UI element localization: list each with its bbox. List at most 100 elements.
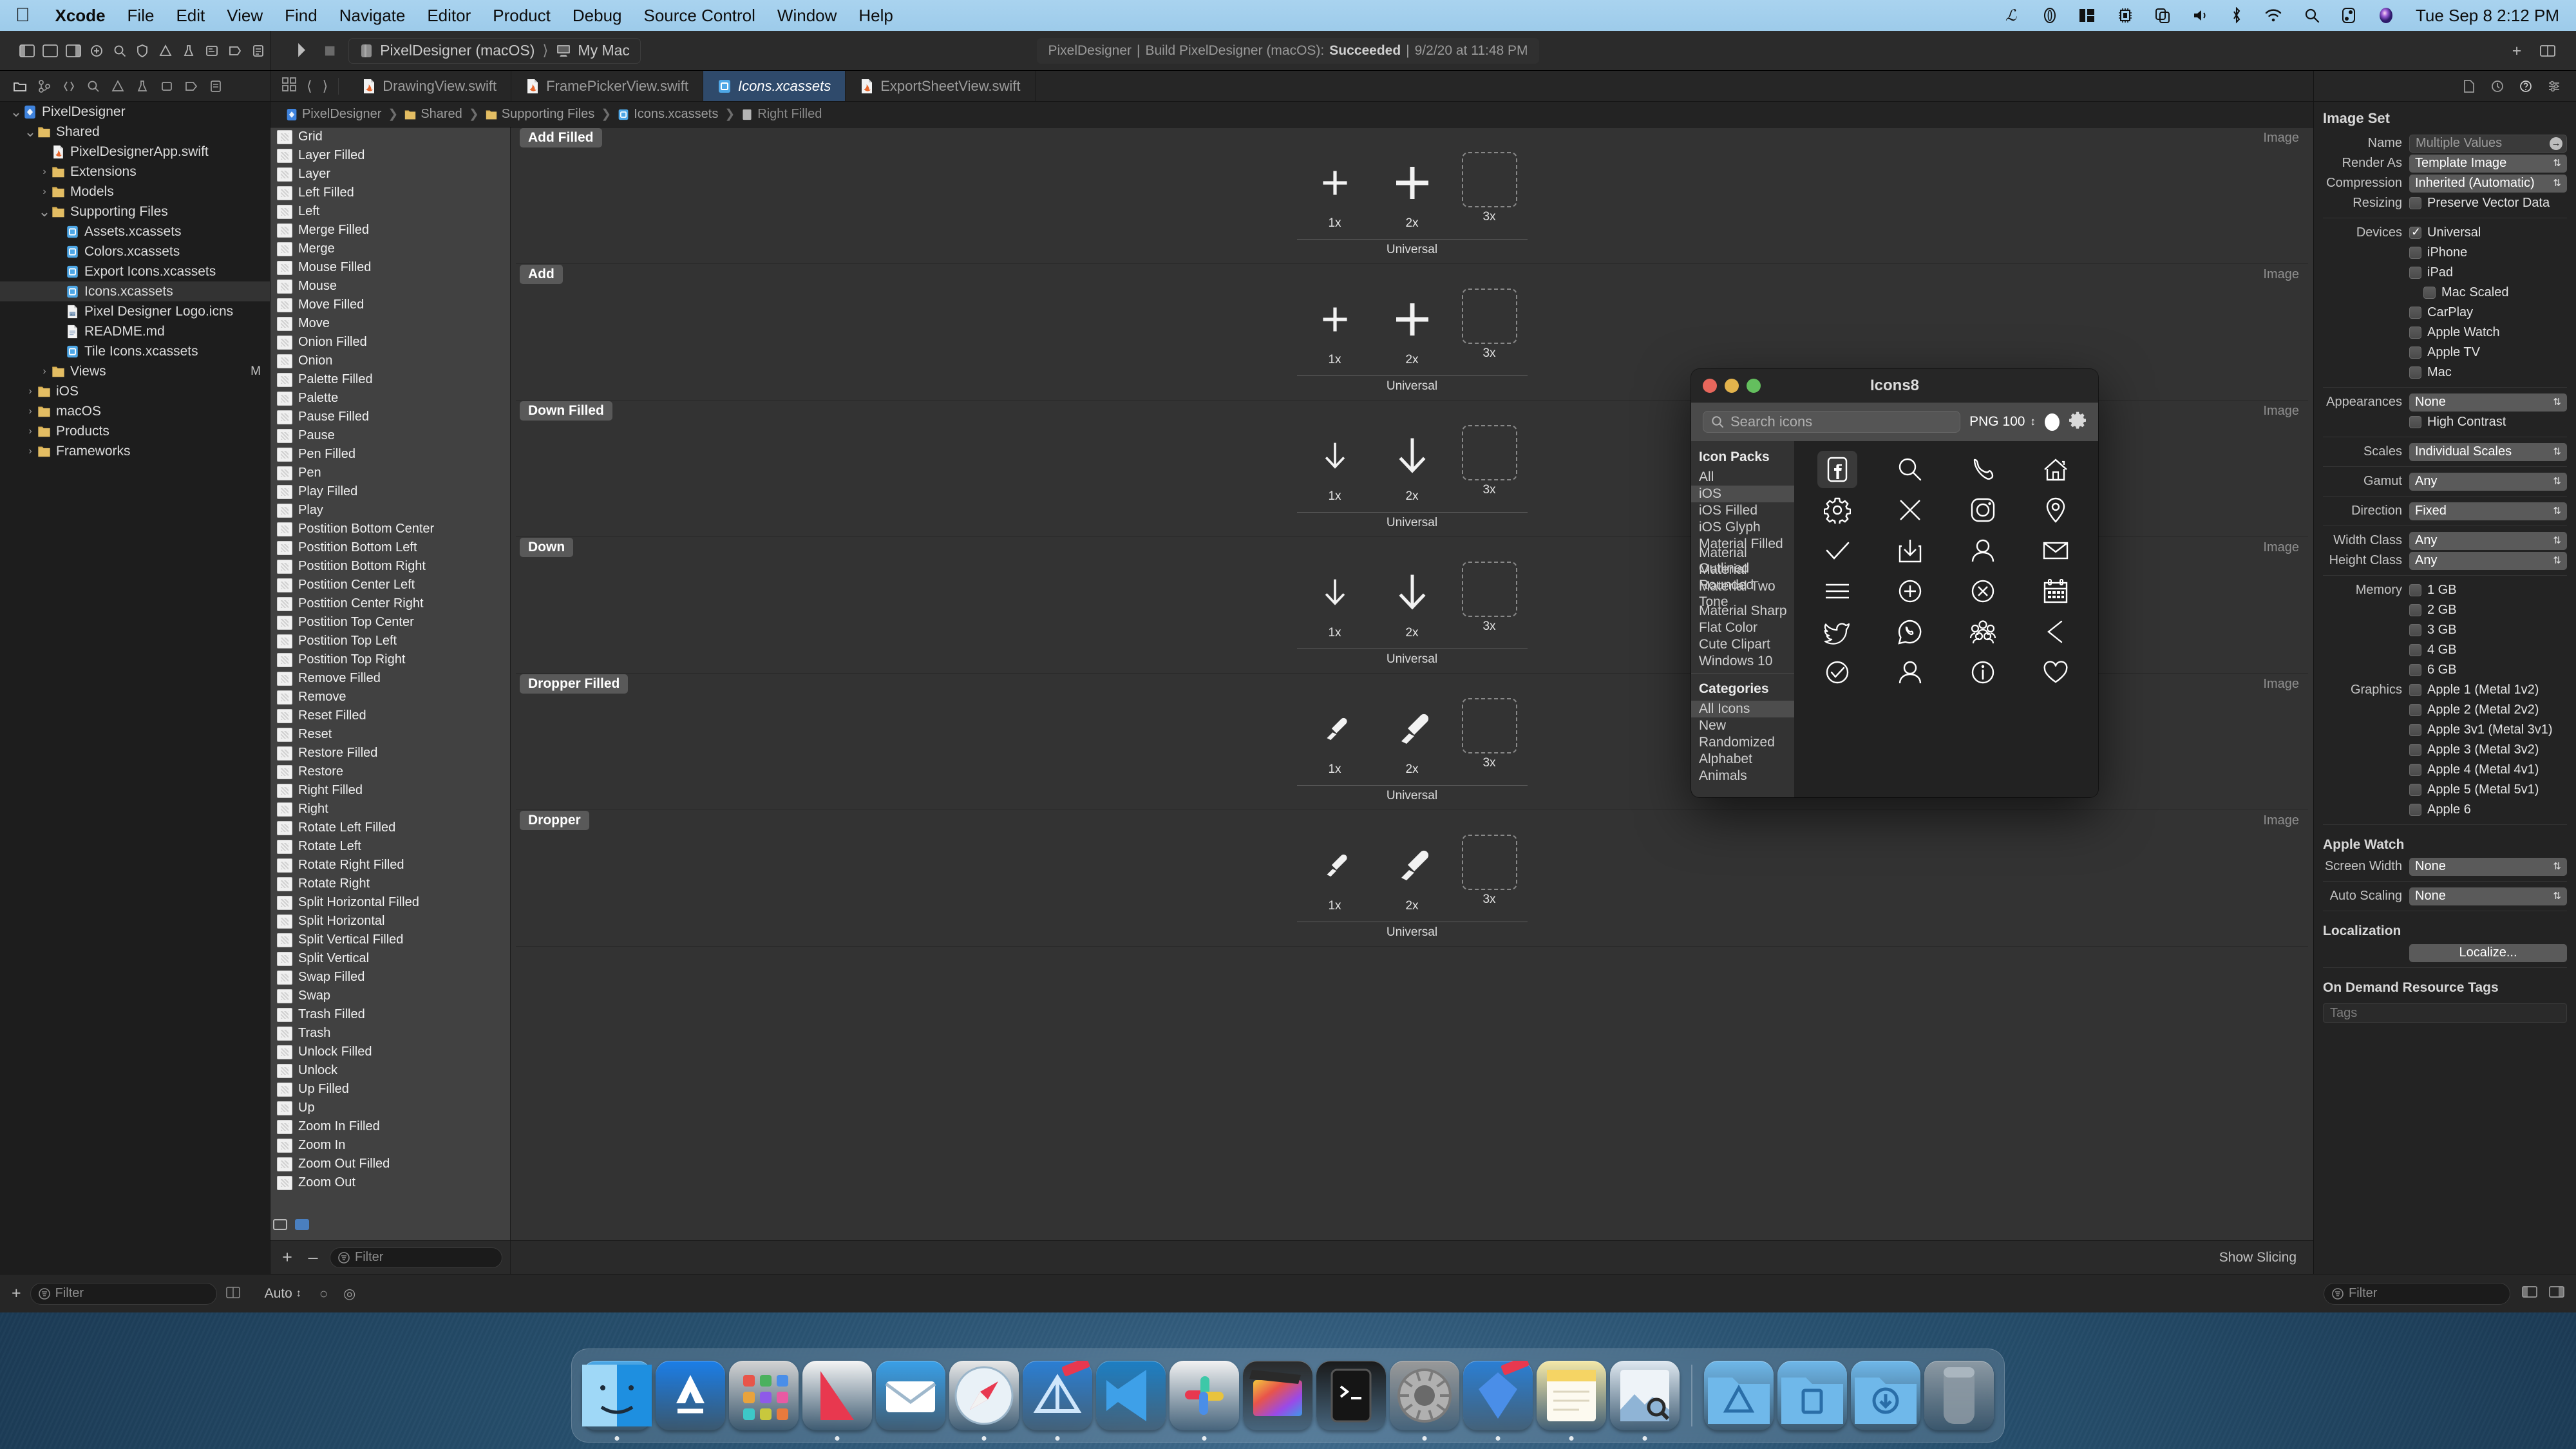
asset-entry-name[interactable]: Down — [520, 538, 574, 557]
icons8-grid-cell-close-x-icon[interactable] — [1890, 491, 1930, 529]
high-contrast-checkbox[interactable] — [2409, 416, 2421, 428]
dock-item-vscode[interactable] — [1096, 1361, 1166, 1430]
asset-list-item[interactable]: Postition Top Center — [270, 613, 510, 632]
icons8-pack-windows-10[interactable]: Windows 10 — [1691, 653, 1794, 670]
menu-item-edit[interactable]: Edit — [165, 6, 216, 26]
icons8-pack-cute-clipart[interactable]: Cute Clipart — [1691, 636, 1794, 653]
mini-panel-icon[interactable] — [273, 1219, 287, 1230]
asset-list-item[interactable]: Remove — [270, 688, 510, 706]
navigator-item-pixeldesigner[interactable]: ⌄ PixelDesigner — [0, 102, 270, 122]
name-field[interactable]: Multiple Values → — [2409, 134, 2567, 153]
graphics-apple-4-metal-4v1-[interactable]: Apple 4 (Metal 4v1) — [2409, 761, 2567, 779]
asset-slot-2x[interactable] — [1381, 562, 1443, 623]
icons8-search-input[interactable]: Search icons — [1703, 411, 1961, 433]
issues-icon[interactable] — [154, 39, 177, 62]
memory-6-gb-checkbox[interactable] — [2409, 664, 2421, 676]
minimize-window-button[interactable] — [1725, 378, 1739, 393]
auto-scale-control[interactable]: Auto ↕ — [265, 1286, 301, 1302]
asset-list-item[interactable]: Play — [270, 501, 510, 520]
dock-item-slack[interactable] — [1170, 1361, 1239, 1441]
width-class-popup[interactable]: Any ⇅ — [2409, 531, 2567, 550]
icons8-color-swatch[interactable] — [2045, 413, 2060, 431]
project-navigator[interactable]: ⌄ PixelDesigner ⌄ Shared PixelDesignerApp.sw… — [0, 102, 270, 1274]
disclosure-triangle-down-icon[interactable]: ⌄ — [23, 124, 37, 138]
dock-item-applications-folder[interactable] — [1704, 1361, 1774, 1430]
device-universal-checkbox[interactable] — [2409, 225, 2421, 239]
graphics-apple-2-metal-2v2--checkbox[interactable] — [2409, 704, 2421, 716]
asset-list-item[interactable]: Onion — [270, 352, 510, 370]
icons8-grid-cell-map-marker-icon[interactable] — [2036, 491, 2076, 529]
icons8-grid-cell-home-icon[interactable] — [2036, 451, 2076, 488]
asset-list-item[interactable]: Zoom Out Filled — [270, 1155, 510, 1173]
tags-field[interactable]: Tags — [2323, 1003, 2567, 1023]
dock-item-news[interactable] — [802, 1361, 872, 1441]
tab-back-icon[interactable]: ⟨ — [307, 78, 312, 95]
asset-list-item[interactable]: Mouse Filled — [270, 258, 510, 277]
asset-slot-2x[interactable] — [1381, 698, 1443, 760]
graphics-apple-4-metal-4v1--checkbox[interactable] — [2409, 764, 2421, 776]
device-carplay-checkbox[interactable] — [2409, 307, 2421, 319]
asset-list-item[interactable]: Postition Center Left — [270, 576, 510, 594]
disclosure-triangle-down-icon[interactable]: ⌄ — [37, 204, 52, 218]
insp-tab-file-icon[interactable] — [2456, 75, 2482, 97]
navigator-item-extensions[interactable]: › Extensions — [0, 162, 270, 182]
dock-item-system-preferences[interactable] — [1390, 1361, 1459, 1441]
copy-icon[interactable] — [2144, 8, 2181, 23]
disclosure-triangle-right-icon[interactable]: › — [37, 186, 52, 198]
icons8-grid-cell-search-icon[interactable] — [1890, 451, 1930, 488]
navigator-item-frameworks[interactable]: › Frameworks — [0, 441, 270, 461]
device-apple-watch-checkbox[interactable] — [2409, 327, 2421, 339]
show-slicing-button[interactable]: Show Slicing — [2219, 1250, 2297, 1265]
asset-slot-1x[interactable] — [1304, 698, 1366, 760]
navigator-item-ios[interactable]: › iOS — [0, 381, 270, 401]
graphics-apple-6-checkbox[interactable] — [2409, 804, 2421, 816]
zoom-in-icon[interactable]: ◎ — [343, 1285, 355, 1302]
siri-icon[interactable] — [2367, 7, 2405, 24]
asset-list[interactable]: Grid Layer Filled Layer Left Filled Left Merg… — [270, 128, 511, 1240]
asset-list-item[interactable]: Reset Filled — [270, 706, 510, 725]
asset-list-item[interactable]: Postition Top Right — [270, 650, 510, 669]
inspector-filter-input[interactable]: Filter — [2324, 1282, 2510, 1305]
navigator-item-pixeldesignerapp-swift[interactable]: PixelDesignerApp.swift — [0, 142, 270, 162]
nav-tab-project-icon[interactable] — [8, 75, 32, 97]
asset-list-item[interactable]: Move — [270, 314, 510, 333]
device-apple-tv-checkbox[interactable] — [2409, 346, 2421, 359]
breadcrumb-item-pixeldesigner[interactable]: PixelDesigner — [282, 107, 385, 122]
auto-scaling-popup[interactable]: None ⇅ — [2409, 887, 2567, 905]
menu-item-xcode[interactable]: Xcode — [44, 6, 117, 26]
nav-tab-find-icon[interactable] — [81, 75, 106, 97]
asset-list-item[interactable]: Up Filled — [270, 1080, 510, 1099]
high-contrast[interactable]: High Contrast — [2409, 413, 2567, 431]
disclosure-triangle-down-icon[interactable]: ⌄ — [9, 104, 23, 118]
memory-3-gb[interactable]: 3 GB — [2409, 621, 2567, 639]
asset-list-item[interactable]: Rotate Right — [270, 875, 510, 893]
dock-item-iterm[interactable] — [1316, 1361, 1386, 1430]
asset-list-item[interactable]: Pause — [270, 426, 510, 445]
dock-item-safari[interactable] — [949, 1361, 1019, 1441]
device-iphone-checkbox[interactable] — [2409, 247, 2421, 259]
menu-item-view[interactable]: View — [216, 6, 274, 26]
asset-slot-1x[interactable] — [1304, 152, 1366, 214]
split-view-left-icon[interactable] — [2522, 1284, 2537, 1303]
icons8-grid-cell-instagram-icon[interactable] — [1963, 491, 2003, 529]
nav-tab-symbols-icon[interactable] — [57, 75, 81, 97]
graphics-apple-3v1-metal-3v1-[interactable]: Apple 3v1 (Metal 3v1) — [2409, 721, 2567, 739]
navigator-item-assets-xcassets[interactable]: Assets.xcassets — [0, 222, 270, 242]
asset-list-item[interactable]: Split Horizontal Filled — [270, 893, 510, 912]
icons8-grid-cell-group-icon[interactable] — [1963, 613, 2003, 650]
navigator-item-supporting-files[interactable]: ⌄ Supporting Files — [0, 202, 270, 222]
asset-list-item[interactable]: Rotate Left — [270, 837, 510, 856]
navigator-item-export-icons-xcassets[interactable]: Export Icons.xcassets — [0, 261, 270, 281]
memory-6-gb[interactable]: 6 GB — [2409, 661, 2567, 679]
icons8-grid-cell-checkmark-icon[interactable] — [1817, 532, 1857, 569]
asset-slot-2x[interactable] — [1381, 835, 1443, 896]
run-button[interactable]: ⏵ — [287, 40, 315, 62]
asset-remove-button[interactable]: – — [304, 1247, 322, 1267]
menu-clock[interactable]: Tue Sep 8 2:12 PM — [2405, 6, 2559, 26]
insp-tab-history-icon[interactable] — [2485, 75, 2510, 97]
asset-list-item[interactable]: Trash — [270, 1024, 510, 1043]
icons8-grid-cell-heart-icon[interactable] — [2036, 654, 2076, 691]
asset-entry[interactable]: Add Filled Image 1x 2x 3x Universal — [516, 128, 2308, 264]
status-options-icon[interactable] — [225, 1284, 240, 1303]
asset-list-item[interactable]: Merge — [270, 240, 510, 258]
